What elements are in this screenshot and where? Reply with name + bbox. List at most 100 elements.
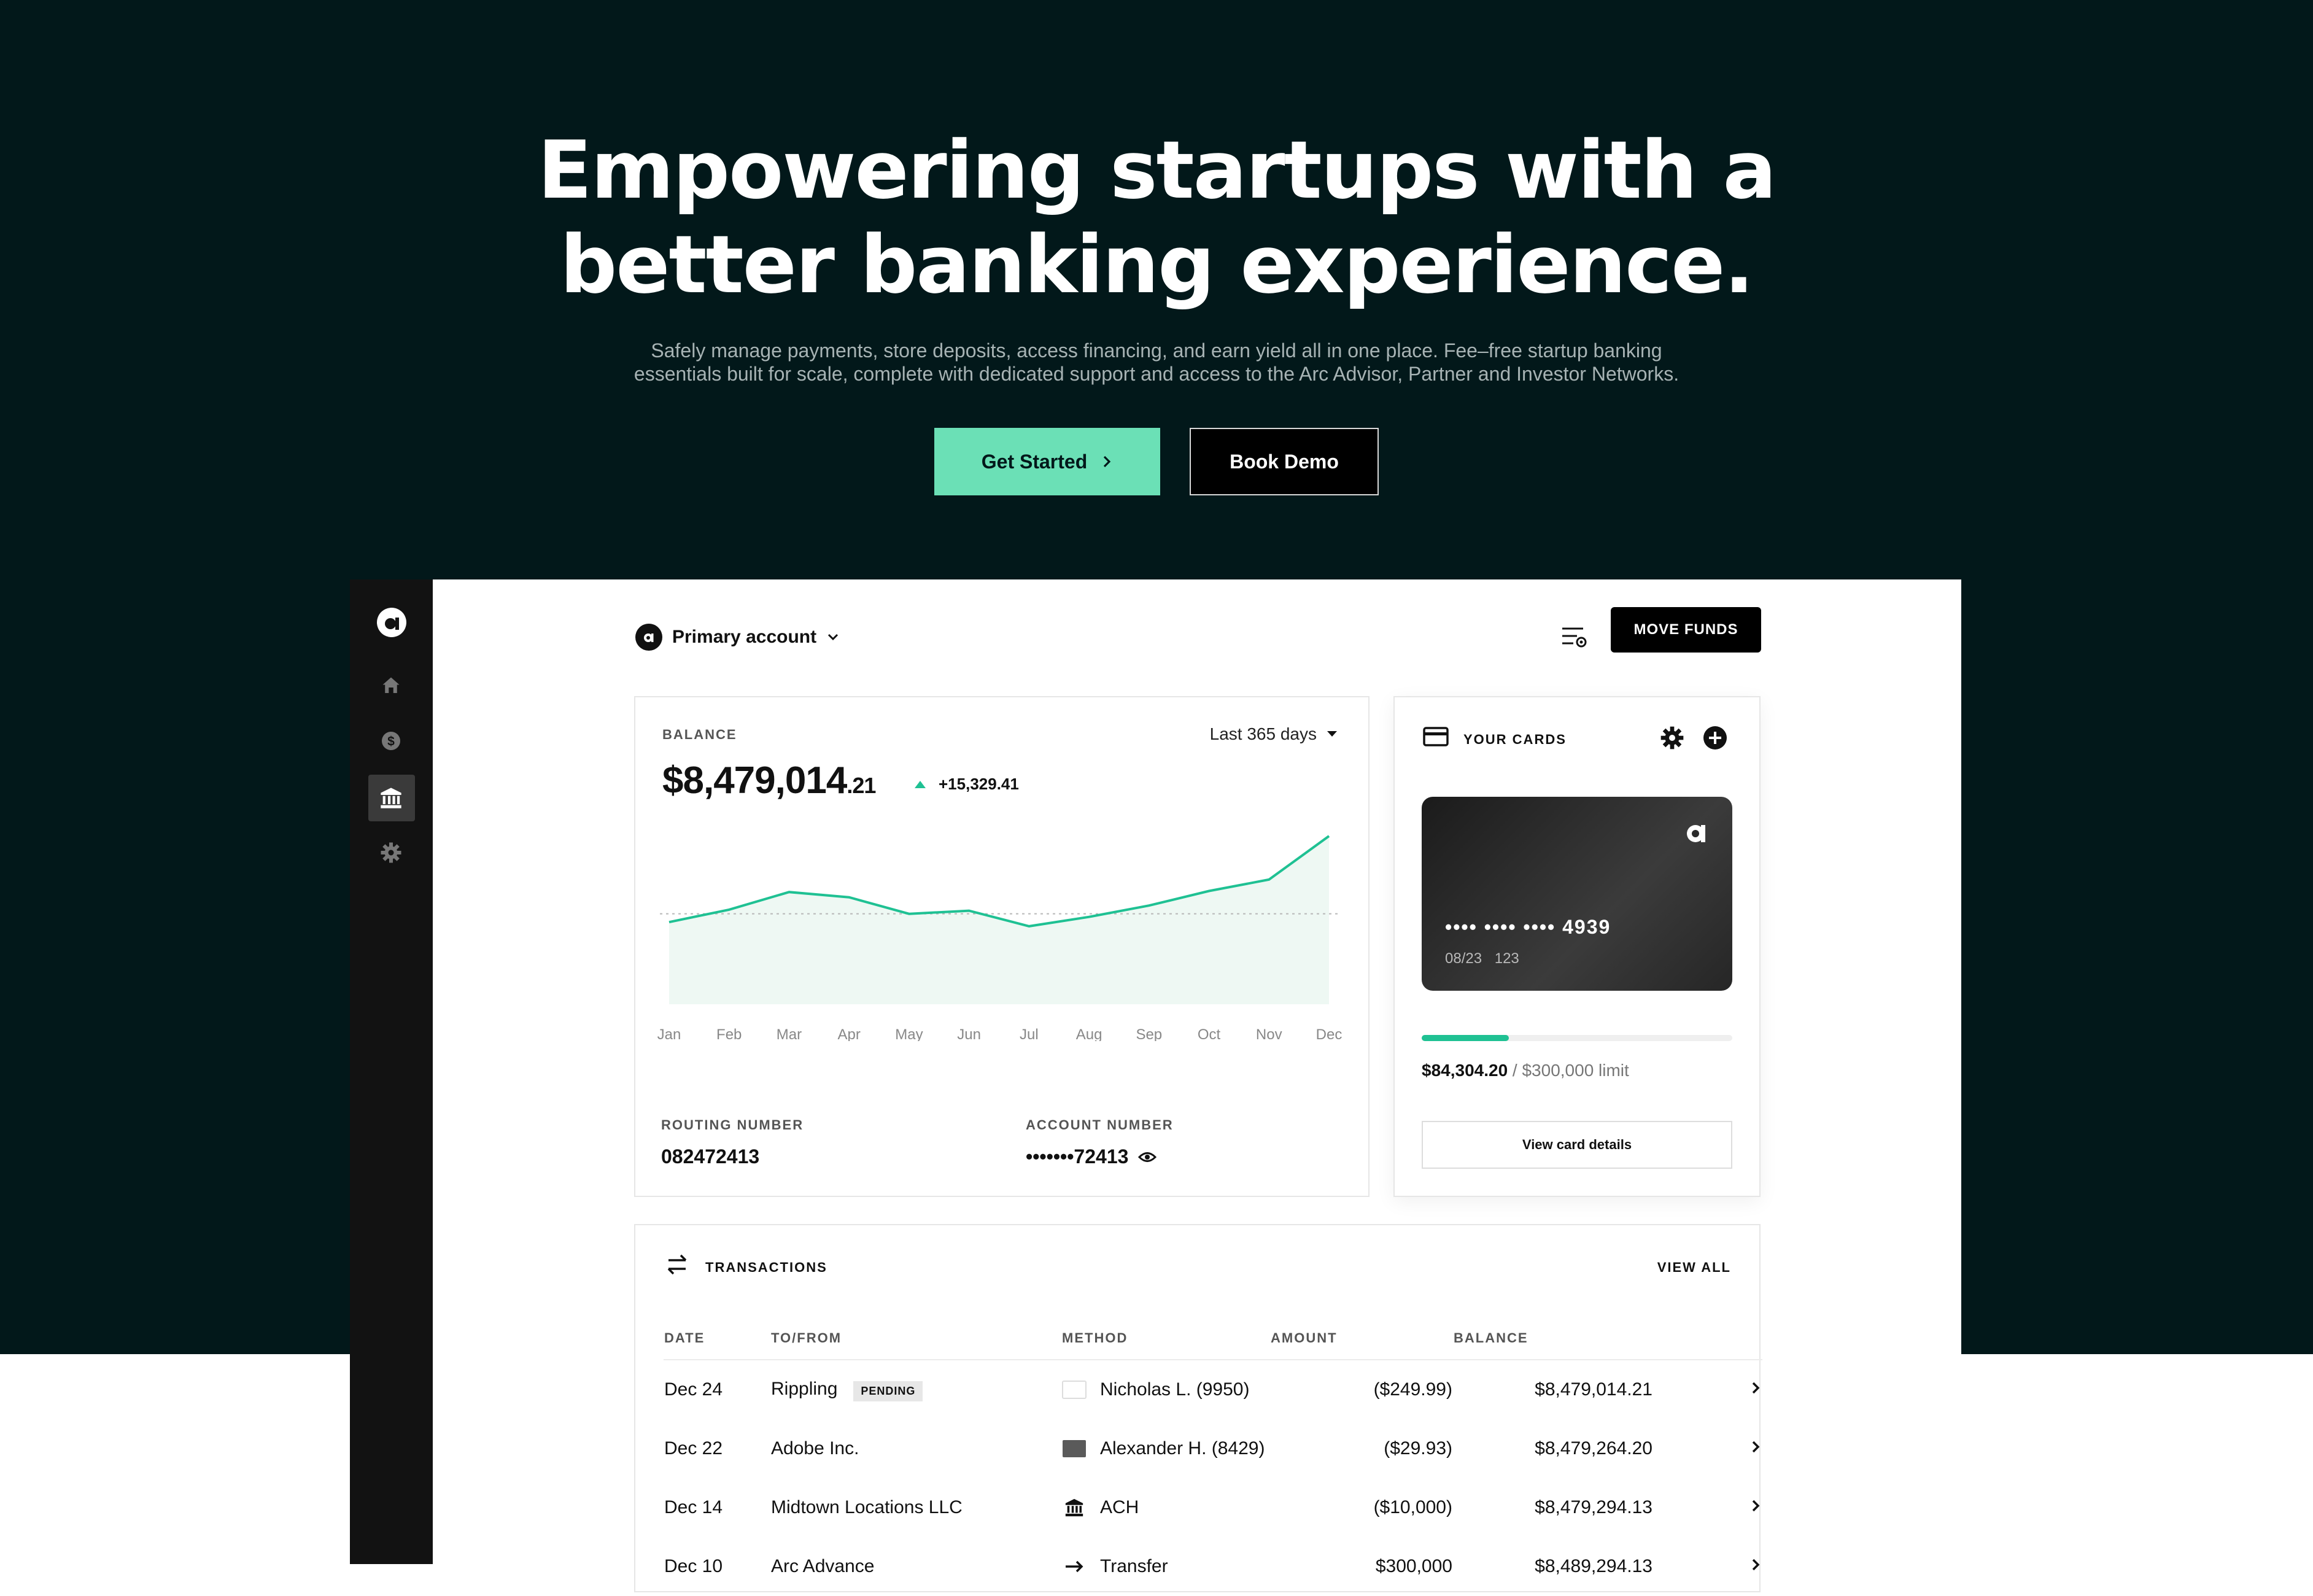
table-row[interactable]: Dec 22 Adobe Inc. Alexander H. (8429) ($… (664, 1419, 1762, 1478)
balance-dollars: $8,479,014 (662, 759, 847, 802)
tx-method: Alexander H. (8429) (1061, 1419, 1270, 1478)
tx-method: Transfer (1061, 1537, 1270, 1596)
tx-date: Dec 24 (664, 1360, 770, 1419)
tx-party: Midtown Locations LLC (770, 1478, 1061, 1537)
chart-x-tick-label: Sep (1136, 1026, 1162, 1041)
balance-label: BALANCE (662, 727, 737, 743)
sidebar-item-banking[interactable] (377, 784, 405, 812)
tx-amount: $300,000 (1270, 1537, 1453, 1596)
routing-number-label: ROUTING NUMBER (661, 1117, 804, 1133)
filter-settings-icon (1561, 625, 1588, 649)
tx-balance: $8,479,264.20 (1453, 1419, 1653, 1478)
home-icon (380, 675, 402, 697)
bank-icon (1062, 1497, 1087, 1518)
add-card-icon[interactable] (1703, 726, 1727, 750)
chevron-right-icon (1101, 455, 1113, 468)
chart-x-tick-label: Apr (838, 1026, 861, 1041)
tx-amount: ($10,000) (1270, 1478, 1453, 1537)
tx-chevron (1653, 1537, 1762, 1596)
tx-method-label: ACH (1100, 1497, 1139, 1518)
tx-method-label: Nicholas L. (9950) (1100, 1379, 1249, 1400)
transfer-arrows-icon (665, 1252, 689, 1277)
account-selector[interactable]: Primary account (635, 616, 840, 658)
dollar-icon: $ (380, 730, 402, 752)
balance-cents: .21 (847, 773, 875, 798)
tx-party: Arc Advance (770, 1537, 1061, 1596)
card-dark-icon (1062, 1439, 1087, 1458)
eye-icon[interactable] (1138, 1150, 1156, 1164)
sidebar-item-home[interactable] (377, 672, 405, 700)
chart-x-tick-label: Oct (1198, 1026, 1221, 1041)
book-demo-button[interactable]: Book Demo (1190, 428, 1379, 495)
column-header-to-from: TO/FROM (770, 1317, 1061, 1360)
tx-party-name: Arc Advance (771, 1556, 874, 1576)
tx-method-label: Transfer (1100, 1556, 1168, 1577)
chart-x-tick-label: Jan (657, 1026, 681, 1041)
tx-balance: $8,479,294.13 (1453, 1478, 1653, 1537)
hero-title: Empowering startups with a better bankin… (0, 123, 2313, 312)
chevron-right-icon (1749, 1557, 1762, 1572)
account-selector-label: Primary account (672, 627, 816, 648)
arc-logo-icon (374, 605, 409, 640)
balance-amount: $8,479,014.21 (662, 759, 875, 802)
hero-subtitle-line: Safely manage payments, store deposits, … (0, 339, 2313, 362)
transactions-table: DATE TO/FROM METHOD AMOUNT BALANCE Dec 2… (664, 1317, 1762, 1596)
transfer-icon (1062, 1557, 1087, 1576)
view-card-details-button[interactable]: View card details (1422, 1121, 1732, 1169)
chart-x-tick-label: Nov (1256, 1026, 1282, 1041)
account-number-block: ACCOUNT NUMBER •••••••72413 (1026, 1117, 1174, 1168)
sidebar-item-payments[interactable]: $ (377, 727, 405, 755)
chart-x-tick-label: Feb (716, 1026, 742, 1041)
filter-settings-button[interactable] (1556, 619, 1593, 656)
table-row[interactable]: Dec 24 Rippling PENDING Nicholas L. (9950… (664, 1360, 1762, 1419)
hero-subtitle: Safely manage payments, store deposits, … (0, 339, 2313, 385)
move-funds-button[interactable]: MOVE FUNDS (1611, 607, 1761, 653)
routing-number-value: 082472413 (661, 1145, 804, 1168)
chevron-right-icon (1749, 1498, 1762, 1513)
transactions-title: TRANSACTIONS (705, 1260, 827, 1276)
column-header-date: DATE (664, 1317, 770, 1360)
tx-party-name: Rippling (771, 1379, 837, 1399)
sidebar: $ (350, 579, 433, 1564)
column-header-method: METHOD (1061, 1317, 1270, 1360)
tx-method: ACH (1061, 1478, 1270, 1537)
chart-x-tick-label: Mar (777, 1026, 802, 1041)
tx-date: Dec 22 (664, 1419, 770, 1478)
app-main: Primary account MOVE FUNDS BALANCE Last … (433, 579, 1961, 1564)
chevron-right-icon (1749, 1439, 1762, 1454)
chevron-right-icon (1749, 1381, 1762, 1395)
arc-logo-icon (640, 629, 657, 646)
get-started-button[interactable]: Get Started (934, 428, 1160, 495)
credit-card-visual[interactable]: •••• •••• •••• 4939 08/23 123 (1422, 797, 1732, 991)
gear-icon (380, 842, 402, 864)
tx-party-name: Midtown Locations LLC (771, 1497, 963, 1517)
tx-date: Dec 10 (664, 1537, 770, 1596)
tx-chevron (1653, 1360, 1762, 1419)
date-range-select[interactable]: Last 365 days (1210, 724, 1338, 744)
view-all-link[interactable]: VIEW ALL (1657, 1260, 1731, 1276)
account-number-row: •••••••72413 (1026, 1145, 1174, 1168)
get-started-label: Get Started (982, 451, 1087, 473)
gear-icon[interactable] (1660, 726, 1684, 750)
cards-title: YOUR CARDS (1463, 732, 1567, 748)
tx-party-name: Adobe Inc. (771, 1438, 859, 1458)
sidebar-item-settings[interactable] (377, 839, 405, 867)
chart-area (669, 836, 1329, 1004)
status-badge: PENDING (853, 1381, 923, 1401)
routing-number-block: ROUTING NUMBER 082472413 (661, 1117, 804, 1168)
card-expiry: 08/23 (1445, 950, 1482, 967)
tx-date: Dec 14 (664, 1478, 770, 1537)
card-light-icon (1062, 1381, 1087, 1399)
svg-text:$: $ (387, 735, 395, 749)
chart-x-tick-label: Aug (1076, 1026, 1102, 1041)
tx-party: Rippling PENDING (770, 1360, 1061, 1419)
date-range-label: Last 365 days (1210, 724, 1317, 744)
balance-delta-value: +15,329.41 (939, 775, 1019, 794)
tx-method: Nicholas L. (9950) (1061, 1360, 1270, 1419)
balance-delta: +15,329.41 (914, 775, 1019, 794)
table-row[interactable]: Dec 10 Arc Advance Transfer $300,000 $8,… (664, 1537, 1762, 1596)
tx-party: Adobe Inc. (770, 1419, 1061, 1478)
hero-subtitle-line: essentials built for scale, complete wit… (0, 362, 2313, 385)
balance-chart: JanFebMarAprMayJunJulAugSepOctNovDec (635, 832, 1368, 1041)
table-row[interactable]: Dec 14 Midtown Locations LLC ACH ($10,00… (664, 1478, 1762, 1537)
